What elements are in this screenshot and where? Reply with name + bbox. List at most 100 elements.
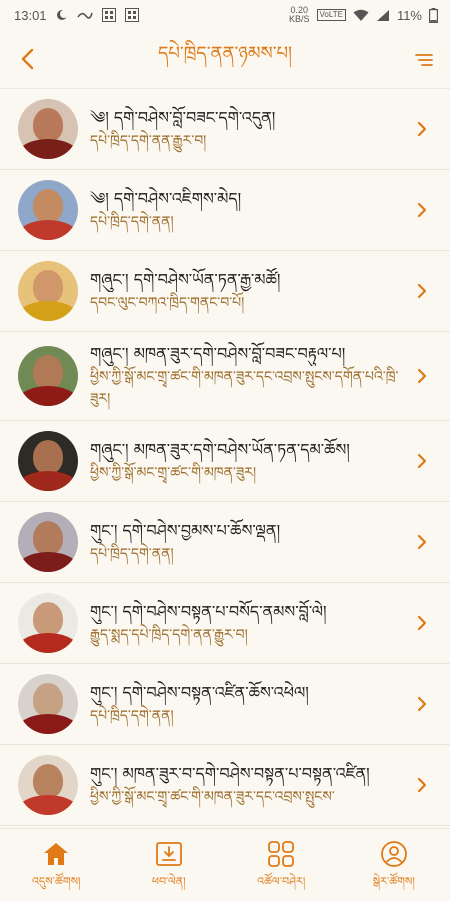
back-button[interactable] (14, 44, 40, 74)
list-item[interactable]: གུང་། མཁན་ཟུར་བ་དགེ་བཤེས་བསྟན་པ་བསྟན་འཛི… (0, 745, 450, 826)
teacher-name: ༄། དགེ་བཤེས་འཇིགས་མེད། (90, 189, 242, 208)
avatar-face (33, 602, 63, 636)
qr-icon (101, 8, 116, 22)
menu-lines-icon (415, 54, 433, 66)
teacher-list: ༄། དགེ་བཤེས་བློ་བཟང་དགེ་འདུན། དཔེ་ཁྲིད་དག… (0, 89, 450, 828)
list-item[interactable]: གཞུང་། མཁན་ཟུར་དགེ་བཤེས་ཡོན་ཏན་དམ་ཆོས། ཕྱ… (0, 421, 450, 502)
avatar-face (33, 521, 63, 555)
moon-icon (56, 9, 68, 21)
nav-profile-label: སྒེར་ཚོགས། (372, 875, 415, 888)
teacher-title: དཔེ་ཁྲིད་དགེ་ནན། (90, 214, 174, 230)
list-item[interactable]: གུང་། དགེ་བཤེས་བསྟན་པ་བསོད་ནམས་བློ་ལེ། རྒ… (0, 583, 450, 664)
list-item[interactable]: ༄། དགེ་བཤེས་བློ་བཟང་དགེ་འདུན། དཔེ་ཁྲིད་དག… (0, 89, 450, 170)
nav-explore-label: འཚོལ་བཤེར། (257, 875, 306, 888)
avatar (18, 674, 78, 734)
avatar-face (33, 108, 63, 142)
list-item-text: ༄། དགེ་བཤེས་འཇིགས་མེད། དཔེ་ཁྲིད་དགེ་ནན། (90, 187, 450, 233)
teacher-title: དཔེ་ཁྲིད་དགེ་ནན། (90, 546, 174, 562)
nav-download[interactable]: ཕབ་ལེན། (119, 829, 219, 900)
avatar-robe (18, 552, 78, 572)
avatar-robe (18, 139, 78, 159)
teacher-title: ཕྱིས་ཀྱི་སྒོ་མང་གྲྭ་ཚང་གི་མཁན་ཟུར་དང་འབྲ… (90, 789, 335, 805)
teacher-name: གུང་། དགེ་བཤེས་བསྟན་འཛིན་ཆོས་འཕེལ། (90, 683, 309, 702)
status-bar: 13:01 0.20 KB/S VoLTE 11% (0, 0, 450, 30)
battery-percent: 11% (396, 7, 422, 23)
list-item[interactable]: གཞུང་། དགེ་བཤེས་ཡོན་ཏན་རྒྱ་མཚོ། དབང་ལུང་བ… (0, 251, 450, 332)
filter-menu-button[interactable] (412, 48, 436, 72)
avatar-face (33, 440, 63, 474)
chevron-right-icon[interactable] (412, 451, 432, 471)
teacher-title: དཔེ་ཁྲིད་དགེ་ནན། (90, 708, 174, 724)
status-time: 13:01 (14, 7, 47, 23)
app-header: དཔེ་ཁྲིད་ནན་ཉམས་པ། (0, 30, 450, 89)
avatar-robe (18, 301, 78, 321)
teacher-name: གཞུང་། དགེ་བཤེས་ཡོན་ཏན་རྒྱ་མཚོ། (90, 270, 281, 289)
avatar-face (33, 270, 63, 304)
teacher-name: གཞུང་། མཁན་ཟུར་དགེ་བཤེས་བློ་བཟང་བརྟུལ་པ། (90, 344, 346, 363)
avatar-face (33, 355, 63, 389)
list-item[interactable]: གཞུང་། མཁན་ཟུར་དགེ་བཤེས་བློ་བཟང་བརྟུལ་པ།… (0, 332, 450, 421)
teacher-title: དཔེ་ཁྲིད་དགེ་ནན་རྒྱུར་བ། (90, 133, 207, 149)
nav-profile[interactable]: སྒེར་ཚོགས། (344, 829, 444, 900)
page-title: དཔེ་ཁྲིད་ནན་ཉམས་པ། (157, 43, 293, 64)
list-item[interactable]: གུང་། དགེ་བཤེས་བསྟན་འཛིན་ཆོས་འཕེལ། དཔེ་ཁྲ… (0, 664, 450, 745)
teacher-title: རྒྱུད་སྨད་དཔེ་ཁྲིད་དགེ་ནན་རྒྱུར་བ། (90, 627, 248, 643)
avatar (18, 261, 78, 321)
avatar-face (33, 683, 63, 717)
teacher-name: གུང་། དགེ་བཤེས་བསྟན་པ་བསོད་ནམས་བློ་ལེ། (90, 602, 327, 621)
list-item-text: གུང་། དགེ་བཤེས་བསྟན་འཛིན་ཆོས་འཕེལ། དཔེ་ཁྲ… (90, 681, 450, 727)
wifi-icon (353, 9, 369, 22)
list-item-text: གུང་། མཁན་ཟུར་བ་དགེ་བཤེས་བསྟན་པ་བསྟན་འཛི… (90, 762, 450, 808)
list-item-text: གཞུང་། མཁན་ཟུར་དགེ་བཤེས་བློ་བཟང་བརྟུལ་པ།… (90, 342, 450, 410)
list-item-text: གཞུང་། མཁན་ཟུར་དགེ་བཤེས་ཡོན་ཏན་དམ་ཆོས། ཕྱ… (90, 438, 450, 484)
chevron-right-icon[interactable] (412, 119, 432, 139)
teacher-name: གཞུང་། མཁན་ཟུར་དགེ་བཤེས་ཡོན་ཏན་དམ་ཆོས། (90, 440, 350, 459)
chevron-right-icon[interactable] (412, 366, 432, 386)
avatar-face (33, 764, 63, 798)
avatar-robe (18, 220, 78, 240)
chevron-right-icon[interactable] (412, 775, 432, 795)
chevron-right-icon[interactable] (412, 613, 432, 633)
list-item-text: གུང་། དགེ་བཤེས་བྱམས་པ་ཆོས་ལྡན། དཔེ་ཁྲིད་ད… (90, 519, 450, 565)
nav-home[interactable]: འདུས་ཚོགས། (6, 829, 106, 900)
volte-badge: VoLTE (316, 9, 346, 21)
chevron-right-icon[interactable] (412, 694, 432, 714)
profile-icon (380, 841, 407, 867)
avatar (18, 512, 78, 572)
network-speed-unit: KB/S (289, 14, 310, 24)
avatar-robe (18, 633, 78, 653)
battery-icon (429, 7, 438, 23)
teacher-name: གུང་། མཁན་ཟུར་བ་དགེ་བཤེས་བསྟན་པ་བསྟན་འཛི… (90, 764, 370, 783)
teacher-title: དབང་ལུང་བཀའ་ཁྲིད་གནང་བ་པོ། (90, 295, 245, 311)
avatar-robe (18, 714, 78, 734)
avatar (18, 99, 78, 159)
grid-icon (268, 841, 295, 867)
download-icon (155, 842, 182, 866)
avatar-robe (18, 471, 78, 491)
list-item-text: གུང་། དགེ་བཤེས་བསྟན་པ་བསོད་ནམས་བློ་ལེ། རྒ… (90, 600, 450, 646)
list-item[interactable]: གུང་། དགེ་བཤེས་བྱམས་པ་ཆོས་ལྡན། དཔེ་ཁྲིད་ད… (0, 502, 450, 583)
avatar (18, 180, 78, 240)
list-item-text: གཞུང་། དགེ་བཤེས་ཡོན་ཏན་རྒྱ་མཚོ། དབང་ལུང་བ… (90, 268, 450, 314)
chevron-left-icon (21, 48, 34, 70)
avatar-robe (18, 386, 78, 406)
teacher-name: ༄། དགེ་བཤེས་བློ་བཟང་དགེ་འདུན། (90, 108, 276, 127)
avatar (18, 346, 78, 406)
signal-icon (376, 9, 390, 22)
teacher-title: ཕྱིས་ཀྱི་སྒོ་མང་གྲྭ་ཚང་གི་མཁན་ཟུར། (90, 465, 257, 481)
avatar (18, 431, 78, 491)
chevron-right-icon[interactable] (412, 532, 432, 552)
qr-icon (124, 8, 139, 22)
nav-explore[interactable]: འཚོལ་བཤེར། (231, 829, 331, 900)
network-speed: 0.20 KB/S (289, 6, 310, 24)
nav-download-label: ཕབ་ལེན། (151, 875, 186, 888)
avatar-robe (18, 795, 78, 815)
swipe-icon (76, 10, 93, 20)
chevron-right-icon[interactable] (412, 281, 432, 301)
avatar-face (33, 189, 63, 223)
teacher-name: གུང་། དགེ་བཤེས་བྱམས་པ་ཆོས་ལྡན། (90, 521, 281, 540)
bottom-nav: འདུས་ཚོགས། ཕབ་ལེན། འཚོལ་བཤེར། སྒེར་ཚོགས། (0, 828, 450, 901)
chevron-right-icon[interactable] (412, 200, 432, 220)
nav-home-label: འདུས་ཚོགས། (32, 875, 81, 888)
list-item[interactable]: ༄། དགེ་བཤེས་འཇིགས་མེད། དཔེ་ཁྲིད་དགེ་ནན། (0, 170, 450, 251)
